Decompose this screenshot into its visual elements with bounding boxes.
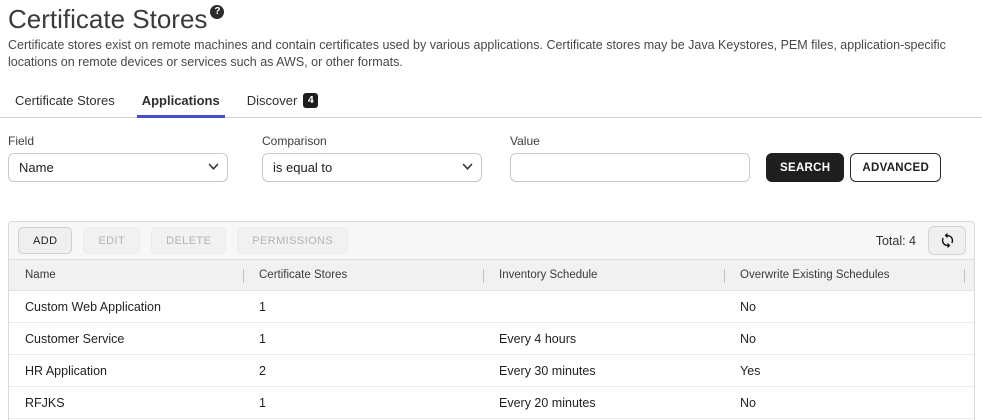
cell-name: Custom Web Application [9,291,243,323]
add-button[interactable]: ADD [18,227,72,254]
cell-name: Customer Service [9,323,243,355]
column-header-overwrite-existing-schedules[interactable]: Overwrite Existing Schedules [724,260,964,291]
cell-inventory-schedule: Every 20 minutes [483,387,724,419]
field-label: Field [8,134,228,148]
field-select[interactable]: Name [8,153,228,182]
table-row[interactable]: Customer Service 1 Every 4 hours No [9,323,974,355]
column-header-name[interactable]: Name [9,260,243,291]
cell-inventory-schedule [483,291,724,323]
cell-overwrite: No [724,387,964,419]
search-filter-form: Field Name Comparison is equal to Value … [0,118,982,182]
column-header-certificate-stores[interactable]: Certificate Stores [243,260,483,291]
permissions-button: PERMISSIONS [237,227,348,254]
value-label: Value [510,134,750,148]
page-title: Certificate Stores [8,4,207,34]
discover-count-badge: 4 [303,93,318,108]
cell-inventory-schedule: Every 4 hours [483,323,724,355]
cell-certificate-stores: 1 [243,387,483,419]
refresh-button[interactable] [928,226,966,255]
search-button[interactable]: SEARCH [766,153,844,182]
help-icon[interactable]: ? [210,5,224,19]
tab-label: Certificate Stores [15,93,115,108]
applications-table: Name Certificate Stores Inventory Schedu… [9,259,974,419]
delete-button: DELETE [151,227,226,254]
table-toolbar: ADD EDIT DELETE PERMISSIONS Total: 4 [9,222,974,259]
tab-bar: Certificate Stores Applications Discover… [0,91,982,118]
cell-certificate-stores: 1 [243,291,483,323]
cell-certificate-stores: 1 [243,323,483,355]
table-header-row: Name Certificate Stores Inventory Schedu… [9,260,974,291]
tab-discover[interactable]: Discover 4 [242,91,324,118]
table-row[interactable]: HR Application 2 Every 30 minutes Yes [9,355,974,387]
cell-certificate-stores: 2 [243,355,483,387]
column-header-spacer [964,260,974,291]
table-row[interactable]: Custom Web Application 1 No [9,291,974,323]
comparison-label: Comparison [262,134,482,148]
value-input[interactable] [510,153,750,182]
advanced-button[interactable]: ADVANCED [850,153,941,182]
cell-overwrite: Yes [724,355,964,387]
page-description: Certificate stores exist on remote machi… [8,37,970,70]
cell-overwrite: No [724,323,964,355]
tab-label: Discover [247,93,298,108]
certificate-stores-page: Certificate Stores ? Certificate stores … [0,0,982,420]
cell-overwrite: No [724,291,964,323]
applications-panel: ADD EDIT DELETE PERMISSIONS Total: 4 Nam… [8,221,975,420]
table-row[interactable]: RFJKS 1 Every 20 minutes No [9,387,974,419]
comparison-select[interactable]: is equal to [262,153,482,182]
total-count: Total: 4 [876,234,916,248]
cell-name: HR Application [9,355,243,387]
tab-label: Applications [142,93,220,108]
edit-button: EDIT [83,227,140,254]
cell-name: RFJKS [9,387,243,419]
column-header-inventory-schedule[interactable]: Inventory Schedule [483,260,724,291]
tab-applications[interactable]: Applications [137,91,225,118]
refresh-icon [939,232,956,249]
tab-certificate-stores[interactable]: Certificate Stores [10,91,120,118]
cell-inventory-schedule: Every 30 minutes [483,355,724,387]
page-header: Certificate Stores ? Certificate stores … [0,0,982,70]
